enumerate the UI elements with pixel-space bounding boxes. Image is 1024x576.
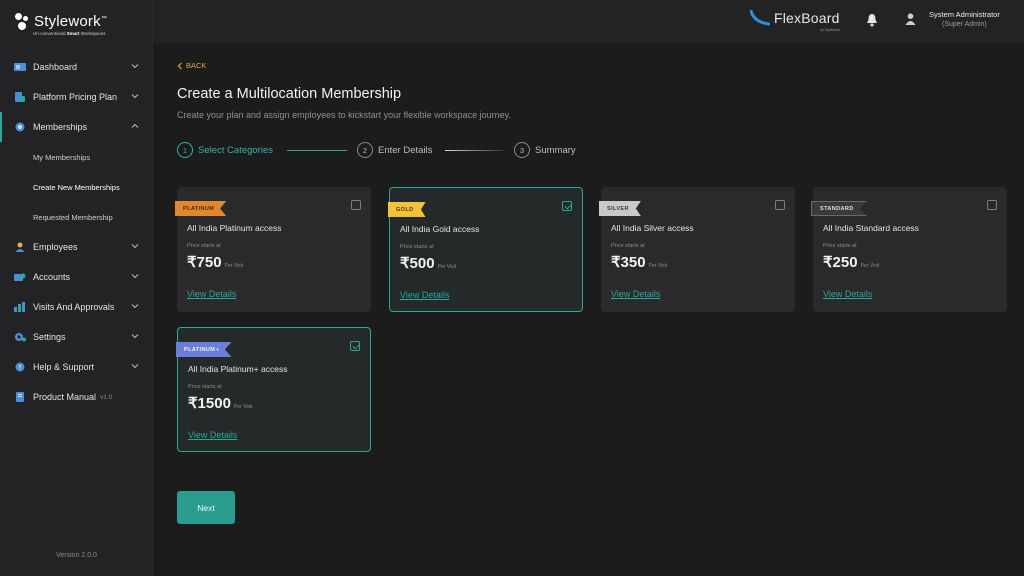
view-details-link[interactable]: View Details (611, 289, 660, 299)
brand-name: Stylework™ (34, 12, 108, 30)
sidebar-item-platform-pricing-plan[interactable]: Platform Pricing Plan (0, 82, 153, 112)
chevron-down-icon (131, 364, 139, 369)
chevron-down-icon (131, 304, 139, 309)
employees-icon (15, 242, 25, 252)
card-checkbox[interactable] (350, 341, 360, 351)
membership-card-silver[interactable]: SILVER All India Silver access Price sta… (599, 187, 795, 312)
membership-icon (15, 122, 25, 132)
svg-text:?: ? (18, 365, 21, 372)
view-details-link[interactable]: View Details (188, 430, 237, 440)
step-select-categories[interactable]: 1 Select Categories (177, 142, 273, 158)
card-price: ₹250 Per Visit (823, 254, 880, 271)
chevron-up-icon (131, 123, 139, 128)
card-checkbox[interactable] (987, 200, 997, 210)
chevron-down-icon (131, 94, 139, 99)
sidebar-item-help-support[interactable]: ? Help & Support (0, 352, 153, 382)
step-connector (287, 150, 347, 151)
membership-card-platinum[interactable]: PLATINUM All India Platinum access Price… (175, 187, 371, 312)
view-details-link[interactable]: View Details (187, 289, 236, 299)
sidebar-item-accounts[interactable]: Accounts (0, 262, 153, 292)
chevron-down-icon (131, 244, 139, 249)
sidebar: Stylework™ Un-conventional Smart Workspa… (0, 0, 153, 576)
flexboard-mark-icon (750, 10, 770, 26)
chevron-down-icon (131, 334, 139, 339)
sidebar-subitem-create-new-memberships[interactable]: Create New Memberships (0, 172, 153, 202)
sidebar-item-employees[interactable]: Employees (0, 232, 153, 262)
membership-card-standard[interactable]: STANDARD All India Standard access Price… (811, 187, 1007, 312)
step-connector (445, 150, 503, 151)
brand-tagline: Un-conventional Smart Workspaces (33, 31, 106, 36)
user-name[interactable]: System Administrator (929, 10, 1000, 19)
user-role: (Super Admin) (942, 21, 987, 28)
manual-version: v1.0 (100, 393, 113, 401)
chevron-left-icon (177, 62, 182, 69)
flexboard-logo[interactable]: FlexBoard by Stylework (750, 10, 840, 32)
accounts-icon (14, 273, 26, 281)
sidebar-item-visits-and-approvals[interactable]: Visits And Approvals (0, 292, 153, 322)
card-checkbox[interactable] (775, 200, 785, 210)
membership-card-platinum-plus[interactable]: PLATINUM + All India Platinum+ access Pri… (176, 327, 371, 452)
badge-standard: STANDARD (811, 201, 867, 216)
chevron-down-icon (131, 64, 139, 69)
card-price: ₹500 Per Visit (400, 255, 457, 272)
sidebar-item-settings[interactable]: Settings (0, 322, 153, 352)
membership-card-gold[interactable]: GOLD All India Gold access Price starts … (388, 187, 583, 312)
sidebar-item-dashboard[interactable]: Dashboard (0, 52, 153, 82)
sidebar-subitem-my-memberships[interactable]: My Memberships (0, 142, 153, 172)
help-icon: ? (15, 362, 25, 372)
card-checkbox[interactable] (562, 201, 572, 211)
next-button[interactable]: Next (177, 491, 235, 524)
back-button[interactable]: BACK (177, 61, 206, 70)
page-title: Create a Multilocation Membership (177, 86, 402, 102)
sidebar-subitem-requested-membership[interactable]: Requested Membership (0, 202, 153, 232)
chevron-down-icon (131, 274, 139, 279)
view-details-link[interactable]: View Details (400, 290, 449, 300)
stylework-logo[interactable]: Stylework™ Un-conventional Smart Workspa… (14, 12, 107, 36)
notification-bell-icon[interactable] (866, 13, 878, 27)
stylework-mark-icon (14, 12, 30, 30)
badge-gold: GOLD (388, 202, 426, 217)
manual-icon (16, 392, 24, 402)
badge-platinum: PLATINUM (175, 201, 227, 216)
sidebar-item-product-manual[interactable]: Product Manual v1.0 (0, 382, 153, 412)
view-details-link[interactable]: View Details (823, 289, 872, 299)
sidebar-item-memberships[interactable]: Memberships (0, 112, 153, 142)
settings-icon (15, 333, 26, 342)
top-header: FlexBoard by Stylework System Administra… (153, 0, 1024, 43)
dashboard-icon (14, 63, 26, 71)
step-enter-details[interactable]: 2 Enter Details (357, 142, 432, 158)
visits-icon (14, 302, 25, 312)
card-price: ₹750 Per Visit (187, 254, 244, 271)
user-avatar-icon[interactable] (905, 13, 916, 25)
step-summary[interactable]: 3 Summary (514, 142, 576, 158)
card-price: ₹1500 Per Visit (188, 395, 253, 412)
app-version: Version 2.0.0 (56, 552, 97, 559)
card-checkbox[interactable] (351, 200, 361, 210)
badge-platinum-plus: PLATINUM + (176, 342, 232, 357)
pricing-icon (15, 92, 25, 102)
badge-silver: SILVER (599, 201, 641, 216)
sidebar-nav: Dashboard Platform Pricing Plan Membersh… (0, 52, 153, 412)
page-subtitle: Create your plan and assign employees to… (177, 110, 511, 120)
card-price: ₹350 Per Visit (611, 254, 668, 271)
